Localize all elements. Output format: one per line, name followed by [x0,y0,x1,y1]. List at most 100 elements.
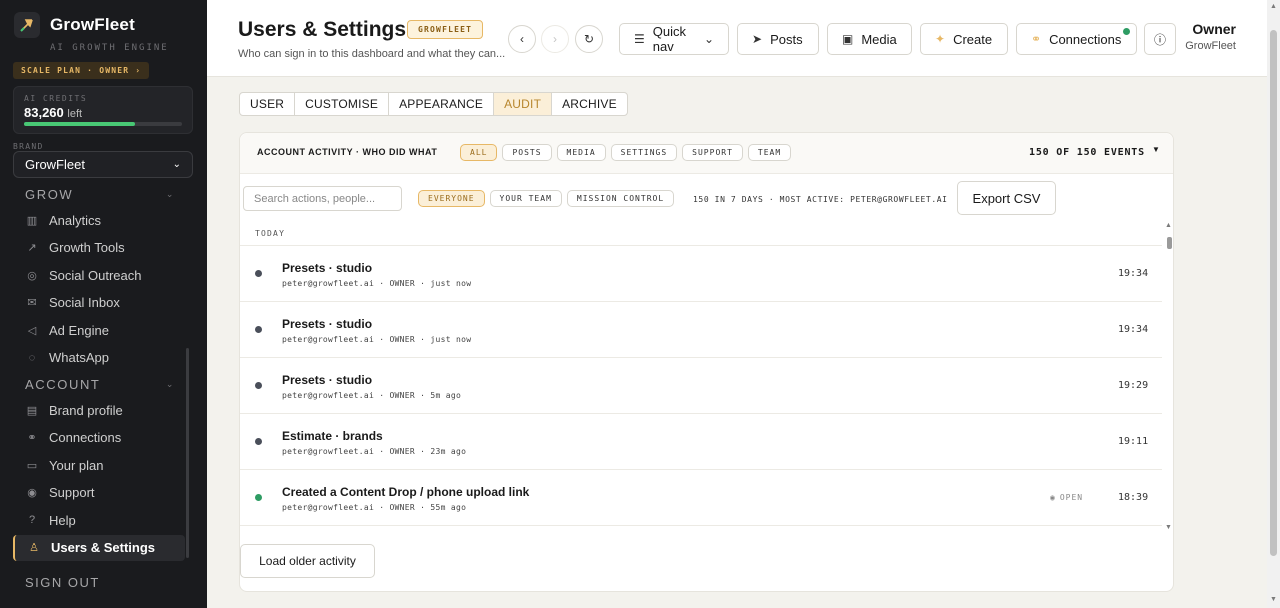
caret-down-icon[interactable]: ▼ [1152,145,1160,154]
page-title: Users & Settings [238,18,407,41]
megaphone-icon: ◁ [27,324,37,337]
brand-label: BRAND [13,142,44,151]
user-name: Owner [1192,21,1236,37]
tab-audit[interactable]: AUDIT [494,93,553,115]
export-csv-button[interactable]: Export CSV [957,181,1056,215]
filter-chip-everyone[interactable]: EVERYONE [418,190,485,207]
connections-button[interactable]: ⚭ Connections [1016,23,1137,55]
sidebar-item-growth-tools[interactable]: ↗ Growth Tools [25,235,185,261]
tab-customise[interactable]: CUSTOMISE [295,93,390,115]
event-count: 150 OF 150 EVENTS [1029,147,1145,158]
eye-icon: ◉ [1050,493,1056,502]
help-circle-icon: ⓘ [1153,32,1166,47]
activity-time: 19:11 [1118,436,1149,447]
sidebar-item-your-plan[interactable]: ▭ Your plan [25,452,185,478]
activity-card-header: ACCOUNT ACTIVITY · WHO DID WHAT ALL POSTS… [240,133,1173,174]
sidebar-item-label: Ad Engine [49,322,109,338]
back-button[interactable]: ‹ [508,25,536,53]
posts-button[interactable]: ➤ Posts [737,23,819,55]
status-dot [255,494,262,501]
connections-label: Connections [1049,31,1122,47]
sidebar-item-label: Growth Tools [49,240,125,255]
tab-appearance[interactable]: APPEARANCE [389,93,495,115]
sign-out-link[interactable]: SIGN OUT [25,575,100,590]
sidebar-item-ad-engine[interactable]: ◁ Ad Engine [25,317,185,343]
create-button[interactable]: ✦ Create [920,23,1008,55]
brand-select[interactable]: GrowFleet ⌄ [13,151,193,178]
activity-scrollbar-thumb[interactable] [1167,237,1172,249]
mail-icon: ✉ [27,297,37,309]
status-dot [255,326,262,333]
sidebar-item-social-inbox[interactable]: ✉ Social Inbox [25,290,185,316]
sidebar-item-help[interactable]: ? Help [25,507,185,533]
sidebar-item-analytics[interactable]: ▥ Analytics [25,207,185,233]
filter-chip-team[interactable]: TEAM [747,144,792,161]
credits-progress-bar [24,122,182,126]
credit-card-icon: ▭ [26,459,38,472]
activity-title-text: Presets · studio [282,373,373,387]
chevron-right-icon: › [553,32,557,46]
activity-row[interactable]: Estimate · brands peter@growfleet.ai · OW… [240,414,1162,470]
search-input[interactable]: Search actions, people... [243,186,402,211]
sidebar-item-connections[interactable]: ⚭ Connections [25,425,185,451]
media-button[interactable]: ▣ Media [827,23,912,55]
scroll-down-icon[interactable]: ▼ [1165,524,1172,531]
chevron-left-icon: ‹ [520,32,524,46]
sidebar-item-label: Connections [49,430,122,445]
image-icon: ▣ [842,32,854,46]
filter-chip-posts[interactable]: POSTS [502,144,552,161]
plan-badge[interactable]: SCALE PLAN · OWNER › [13,62,150,79]
user-menu[interactable]: Owner GrowFleet [1185,21,1236,52]
section-account[interactable]: ACCOUNT ⌄ [25,377,175,392]
question-icon: ? [28,514,36,526]
tab-archive[interactable]: ARCHIVE [552,93,627,115]
sidebar-item-brand-profile[interactable]: ▤ Brand profile [25,397,185,423]
sidebar-scrollbar[interactable] [186,348,189,558]
quick-nav-button[interactable]: ☰ Quick nav ⌄ [619,23,729,55]
open-link[interactable]: ◉ OPEN [1050,493,1083,502]
help-button[interactable]: ⓘ [1144,23,1176,55]
day-label: TODAY [255,229,286,238]
whatsapp-icon: ◌ [28,351,36,364]
refresh-button[interactable]: ↻ [575,25,603,53]
filter-chip-mission-control[interactable]: MISSION CONTROL [566,190,675,207]
chevron-down-icon: ⌄ [165,379,175,389]
status-dot [255,270,262,277]
activity-row[interactable]: Presets · studio peter@growfleet.ai · OWN… [240,302,1162,358]
activity-meta: peter@growfleet.ai · OWNER · 55m ago [282,503,467,512]
activity-title-text: Presets · studio [282,261,373,275]
activity-row[interactable]: Created a Content Drop / phone upload li… [240,470,1162,526]
credits-progress-fill [24,122,135,126]
scroll-down-icon[interactable]: ▼ [1270,596,1277,603]
tab-user[interactable]: USER [240,93,296,115]
scroll-up-icon[interactable]: ▲ [1165,222,1172,229]
chevron-down-icon: ⌄ [172,159,181,170]
sidebar-item-whatsapp[interactable]: ◌ WhatsApp [25,345,185,371]
activity-time: 19:34 [1118,324,1149,335]
activity-row[interactable]: Presets · studio peter@growfleet.ai · OWN… [240,358,1162,414]
section-grow[interactable]: GROW ⌄ [25,187,175,202]
sidebar-item-social-outreach[interactable]: ◎ Social Outreach [25,262,185,288]
filter-chip-all[interactable]: ALL [460,144,498,161]
filter-chip-your-team[interactable]: YOUR TEAM [489,190,562,207]
load-older-button[interactable]: Load older activity [240,544,375,578]
forward-button[interactable]: › [541,25,569,53]
activity-meta: peter@growfleet.ai · OWNER · just now [282,335,472,344]
id-card-icon: ▤ [26,404,38,417]
sidebar-item-users-settings[interactable]: ♙ Users & Settings [13,534,185,561]
filter-chip-settings[interactable]: SETTINGS [610,144,678,161]
page-scrollbar-thumb[interactable] [1270,30,1277,556]
status-dot [255,438,262,445]
sidebar-item-label: Users & Settings [51,540,156,555]
filter-chip-support[interactable]: SUPPORT [682,144,743,161]
filter-chip-media[interactable]: MEDIA [556,144,606,161]
workspace-badge: GROWFLEET [407,20,484,39]
link-icon: ⚭ [1031,32,1042,46]
posts-label: Posts [770,31,803,47]
logo[interactable]: GrowFleet [14,12,135,38]
activity-row[interactable]: Presets · studio peter@growfleet.ai · OWN… [240,246,1162,302]
sidebar-item-support[interactable]: ◉ Support [25,480,185,506]
rocket-logo-icon [14,12,40,38]
credits-value: 83,260 left [24,105,83,120]
scroll-up-icon[interactable]: ▲ [1270,3,1277,10]
